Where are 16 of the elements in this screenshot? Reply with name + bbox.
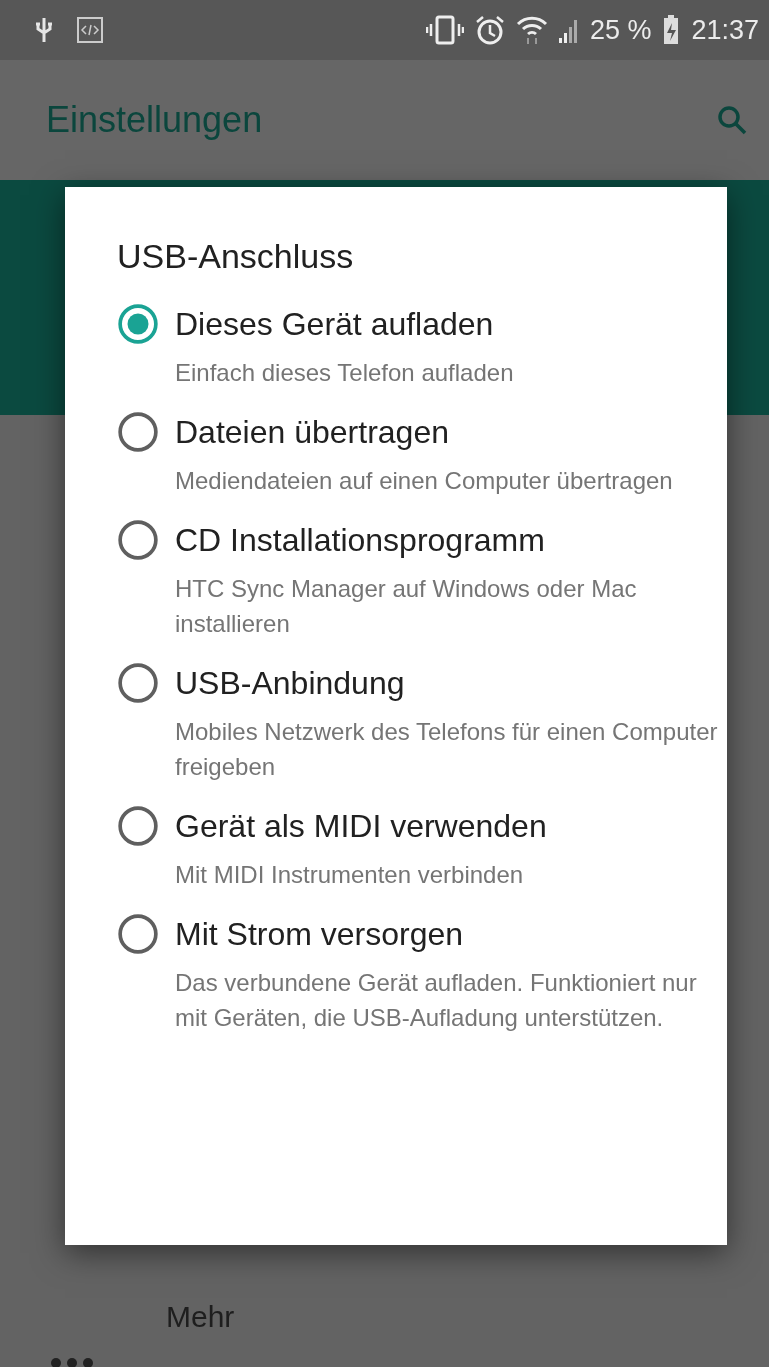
option-label[interactable]: Mit Strom versorgen: [175, 916, 719, 953]
option-description: HTC Sync Manager auf Windows oder Mac installieren: [175, 574, 638, 639]
option-description: Mit MIDI Instrumenten verbinden: [175, 860, 525, 890]
option-description: Einfach dieses Telefon aufladen: [175, 358, 514, 388]
option-label[interactable]: CD Installationsprogramm: [175, 522, 719, 559]
clock-time: 21:37: [691, 14, 759, 46]
option-label[interactable]: Dateien übertragen: [175, 414, 673, 451]
option-description: Mediendateien auf einen Computer übertragen: [175, 466, 673, 496]
option-description: Das verbundene Gerät aufladen. Funktioniert nur mit Geräten, die USB-Aufladung unterstützen.: [175, 968, 698, 1033]
option-description: Mobiles Netzwerk des Telefons für einen Computer freigeben: [175, 717, 719, 782]
option-label[interactable]: USB-Anbindung: [175, 665, 719, 702]
dialog-title: USB-Anschluss: [117, 237, 355, 276]
settings-title: Einstellungen: [46, 99, 264, 141]
option-label[interactable]: Gerät als MIDI verwenden: [175, 808, 547, 845]
battery-percent: 25 %: [589, 14, 652, 46]
option-label[interactable]: Dieses Gerät aufladen: [175, 306, 514, 343]
